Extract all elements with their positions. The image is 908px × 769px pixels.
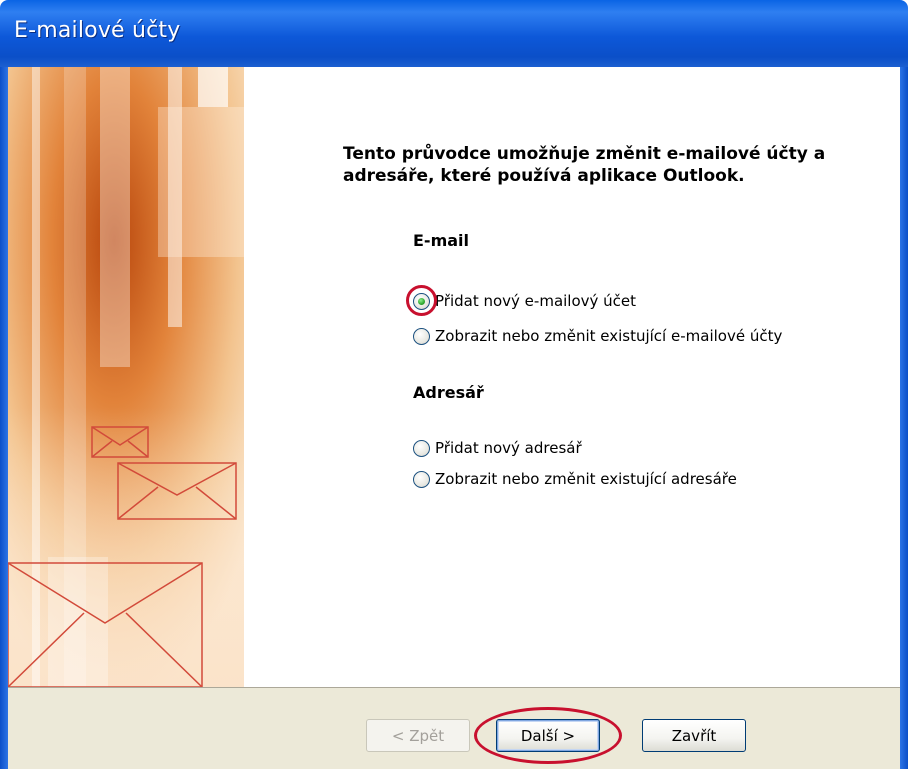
wizard-banner-image: [8, 67, 244, 687]
wizard-button-bar: < Zpět Další > Zavřít: [8, 687, 900, 769]
radio-add-email-account[interactable]: Přidat nový e-mailový účet: [413, 290, 636, 312]
email-section-heading: E-mail: [413, 231, 470, 250]
annotation-highlight-circle: [406, 285, 437, 316]
wizard-content: Tento průvodce umožňuje změnit e-mailové…: [244, 67, 900, 687]
radio-button-icon[interactable]: [413, 327, 430, 345]
wizard-intro-text: Tento průvodce umožňuje změnit e-mailové…: [343, 144, 826, 186]
window-title: E-mailové účty: [14, 18, 181, 43]
window-frame-left: [0, 67, 8, 769]
email-accounts-dialog: E-mailové účty Tento průvodce umožňuje z…: [0, 0, 908, 769]
radio-button-icon[interactable]: [413, 470, 430, 488]
radio-add-address-book[interactable]: Přidat nový adresář: [413, 437, 582, 459]
annotation-highlight-oval: [474, 707, 622, 764]
radio-view-email-accounts[interactable]: Zobrazit nebo změnit existující e-mailov…: [413, 325, 782, 347]
back-button: < Zpět: [366, 719, 470, 752]
radio-button-icon[interactable]: [413, 439, 430, 457]
title-bar: E-mailové účty: [0, 0, 908, 67]
close-button[interactable]: Zavřít: [642, 719, 746, 752]
radio-view-address-books[interactable]: Zobrazit nebo změnit existující adresáře: [413, 468, 737, 490]
address-book-section-heading: Adresář: [413, 383, 484, 402]
radio-label: Zobrazit nebo změnit existující e-mailov…: [435, 327, 783, 345]
radio-label: Přidat nový e-mailový účet: [435, 292, 637, 310]
window-frame-right: [900, 67, 908, 769]
banner-artwork: [8, 67, 244, 687]
radio-label: Přidat nový adresář: [435, 439, 582, 457]
radio-label: Zobrazit nebo změnit existující adresáře: [435, 470, 737, 488]
